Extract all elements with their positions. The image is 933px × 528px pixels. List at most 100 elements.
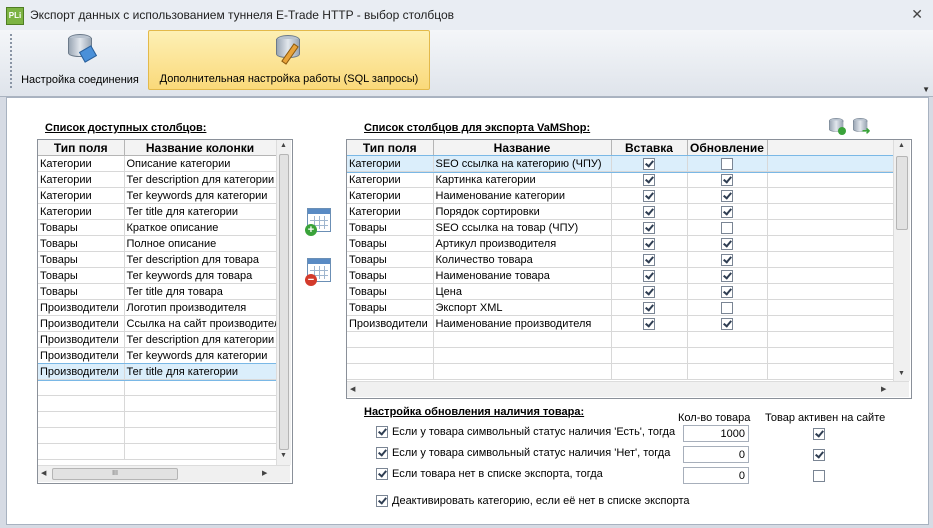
table-row[interactable] — [347, 347, 894, 364]
table-row[interactable]: Товары Артикул производителя — [347, 235, 894, 252]
stock-option-checkbox[interactable] — [376, 426, 388, 439]
export-hscrollbar[interactable]: ◀ ▶ — [347, 381, 909, 397]
scroll-up-icon[interactable]: ▲ — [898, 142, 905, 149]
column-header-insert[interactable]: Вставка — [611, 140, 688, 156]
database-export-icon[interactable]: ➜ — [853, 118, 870, 137]
stock-option-checkbox[interactable] — [376, 468, 388, 481]
stock-option-row[interactable]: Если у товара символьный статус наличия … — [376, 426, 675, 444]
active-on-site-checkbox[interactable] — [813, 470, 825, 482]
table-row[interactable]: Категории Описание категории — [38, 155, 277, 172]
insert-checkbox[interactable] — [643, 285, 655, 298]
table-row[interactable] — [38, 395, 277, 412]
close-icon[interactable]: ✕ — [911, 6, 923, 23]
available-hscrollbar[interactable]: ◀ III ▶ — [38, 465, 290, 482]
table-row[interactable]: Товары Количество товара — [347, 251, 894, 268]
table-row[interactable] — [38, 427, 277, 444]
scroll-left-icon[interactable]: ◀ — [350, 385, 355, 393]
table-row[interactable]: Товары Полное описание — [38, 235, 277, 252]
insert-checkbox[interactable] — [643, 189, 655, 202]
table-row[interactable]: Категории Картинка категории — [347, 171, 894, 188]
update-checkbox[interactable] — [721, 285, 733, 298]
active-on-site-checkbox[interactable] — [813, 449, 825, 461]
table-row[interactable]: Товары Цена — [347, 283, 894, 300]
update-checkbox[interactable] — [721, 173, 733, 186]
table-row[interactable]: Категории Тег description для категории — [38, 171, 277, 188]
connection-settings-button[interactable]: Настройка соединения — [16, 30, 144, 90]
table-row[interactable]: Категории Тег title для категории — [38, 203, 277, 220]
table-row[interactable]: Категории Порядок сортировки — [347, 203, 894, 220]
table-row[interactable]: Товары Наименование товара — [347, 267, 894, 284]
table-row[interactable] — [38, 379, 277, 396]
insert-checkbox[interactable] — [643, 205, 655, 218]
table-row[interactable]: Производители Тег description для категор… — [38, 331, 277, 348]
stock-option-checkbox[interactable] — [376, 447, 388, 460]
table-row[interactable]: Производители Ссылка на сайт производител… — [38, 315, 277, 332]
available-columns-grid[interactable]: Тип поля Название колонки Категории Описа… — [37, 139, 293, 484]
scroll-up-icon[interactable]: ▲ — [280, 142, 287, 149]
active-on-site-checkbox[interactable] — [813, 428, 825, 440]
insert-checkbox[interactable] — [643, 237, 655, 250]
qty-field[interactable]: 0 — [683, 446, 749, 463]
table-row[interactable] — [38, 411, 277, 428]
table-row[interactable]: Товары Тег title для товара — [38, 283, 277, 300]
update-checkbox[interactable] — [721, 189, 733, 202]
table-row[interactable]: Категории SEO ссылка на категорию (ЧПУ) — [347, 154, 894, 173]
qty-field[interactable]: 0 — [683, 467, 749, 484]
column-header-column-name[interactable]: Название колонки — [124, 140, 277, 156]
scroll-thumb[interactable] — [279, 154, 289, 450]
column-header-field-type[interactable]: Тип поля — [347, 140, 434, 156]
scroll-thumb-horizontal[interactable]: III — [52, 468, 178, 480]
column-header-field-type[interactable]: Тип поля — [38, 140, 125, 156]
table-row[interactable]: Товары Экспорт XML — [347, 299, 894, 316]
scroll-left-icon[interactable]: ◀ — [41, 469, 46, 477]
update-checkbox[interactable] — [721, 317, 733, 330]
table-row[interactable]: Товары Тег description для товара — [38, 251, 277, 268]
table-row[interactable] — [347, 363, 894, 380]
toolbar-overflow-icon[interactable]: ▼ — [922, 85, 930, 94]
table-row[interactable] — [347, 331, 894, 348]
update-checkbox[interactable] — [721, 221, 733, 234]
deactivate-category-checkbox[interactable] — [376, 495, 388, 508]
table-row[interactable]: Производители Тег title для категории — [38, 362, 277, 381]
scroll-right-icon[interactable]: ▶ — [881, 385, 886, 393]
update-checkbox[interactable] — [721, 237, 733, 250]
table-row[interactable]: Товары Тег keywords для товара — [38, 267, 277, 284]
insert-checkbox[interactable] — [643, 221, 655, 234]
table-row[interactable] — [38, 443, 277, 460]
database-add-icon[interactable] — [829, 118, 846, 135]
update-checkbox[interactable] — [721, 205, 733, 218]
scroll-down-icon[interactable]: ▼ — [280, 452, 287, 459]
table-row[interactable]: Товары Краткое описание — [38, 219, 277, 236]
insert-checkbox[interactable] — [643, 317, 655, 330]
insert-checkbox[interactable] — [643, 301, 655, 314]
deactivate-category-option[interactable]: Деактивировать категорию, если её нет в … — [376, 495, 690, 513]
insert-checkbox[interactable] — [643, 253, 655, 266]
export-vscrollbar[interactable]: ▲ ▼ — [893, 140, 910, 381]
scroll-right-icon[interactable]: ▶ — [262, 469, 267, 477]
export-columns-grid[interactable]: Тип поля Название Вставка Обновление Кат… — [346, 139, 912, 399]
stock-option-row[interactable]: Если товара нет в списке экспорта, тогда — [376, 468, 603, 486]
update-checkbox[interactable] — [721, 253, 733, 266]
add-column-button[interactable]: + — [305, 206, 333, 236]
table-row[interactable]: Производители Наименование производителя — [347, 315, 894, 332]
update-checkbox[interactable] — [721, 269, 733, 282]
update-checkbox[interactable] — [721, 157, 733, 170]
scroll-thumb[interactable] — [896, 156, 908, 230]
insert-checkbox[interactable] — [643, 173, 655, 186]
table-row[interactable]: Категории Тег keywords для категории — [38, 187, 277, 204]
table-row[interactable]: Товары SEO ссылка на товар (ЧПУ) — [347, 219, 894, 236]
scroll-down-icon[interactable]: ▼ — [898, 370, 905, 377]
insert-checkbox[interactable] — [643, 157, 655, 170]
column-header-name[interactable]: Название — [433, 140, 612, 156]
insert-checkbox[interactable] — [643, 269, 655, 282]
stock-option-row[interactable]: Если у товара символьный статус наличия … — [376, 447, 670, 465]
remove-column-button[interactable]: − — [305, 256, 333, 286]
update-checkbox[interactable] — [721, 301, 733, 314]
column-header-update[interactable]: Обновление — [687, 140, 768, 156]
table-row[interactable]: Производители Логотип производителя — [38, 299, 277, 316]
sql-settings-button[interactable]: Дополнительная настройка работы (SQL зап… — [148, 30, 430, 90]
qty-field[interactable]: 1000 — [683, 425, 749, 442]
available-vscrollbar[interactable]: ▲ ▼ — [276, 140, 291, 465]
table-row[interactable]: Категории Наименование категории — [347, 187, 894, 204]
table-row[interactable]: Производители Тег keywords для категории — [38, 347, 277, 364]
